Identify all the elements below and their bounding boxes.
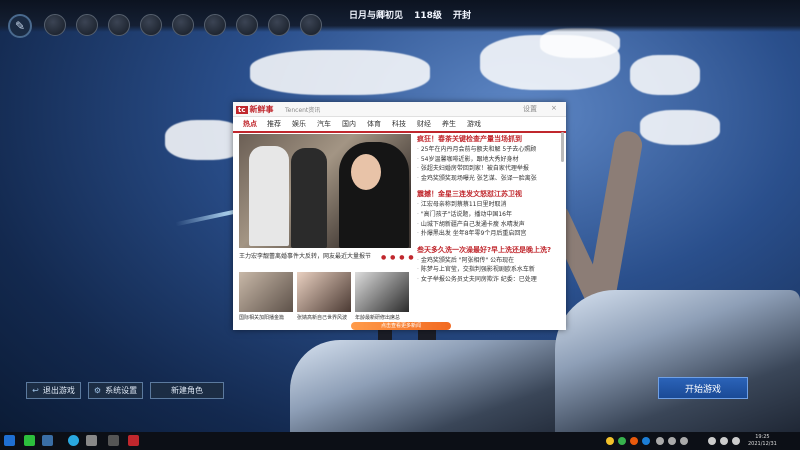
popup-scrollbar[interactable] [561,132,564,162]
news-item[interactable]: 山城下胡新疆产自己发通卡瘦 水晴发声 [417,220,561,230]
tray-icon[interactable] [642,437,650,445]
app-icon[interactable] [42,435,53,446]
news-item[interactable]: 女子举报公务员丈夫同房欺诈 纪委：已处理 [417,275,561,285]
wechat-icon[interactable] [24,435,35,446]
exit-icon: ↩ [32,386,39,395]
tab-auto[interactable]: 汽车 [317,119,331,129]
news-item[interactable]: 25年在内丹月会前与额夫和解 5子去心照顾 [417,145,561,155]
tab-tech[interactable]: 科技 [392,119,406,129]
news-item[interactable]: 金鸡奖颁奖现场曝光 张艺谋、张译一脸离张 [417,174,561,184]
create-role-label: 新建角色 [171,386,203,395]
app-icon[interactable] [86,435,97,446]
gear-icon: ✎ [14,19,26,33]
tab-sports[interactable]: 体育 [367,119,381,129]
exit-game-label: 退出游戏 [42,386,75,395]
news-headline[interactable]: 疯狂！春茶关键检查产量当场抓到 [417,134,561,145]
more-news-button[interactable]: 点击查看更多新闻 [351,322,451,330]
skill-slot[interactable] [108,14,130,36]
brand-title: 新鲜事 [249,105,274,114]
settings-button[interactable]: ✎ [8,14,32,38]
server-status: 开封 [453,11,472,21]
skill-slot[interactable] [300,14,322,36]
clock[interactable]: 19:25 2021/12/31 [748,434,777,448]
server-name: 日月与卿初见 [348,11,403,21]
tab-hot[interactable]: 热点 [243,119,257,129]
tab-ent[interactable]: 娱乐 [292,119,306,129]
tray-icon[interactable] [668,437,676,445]
tab-games[interactable]: 游戏 [467,119,481,129]
skill-slot[interactable] [172,14,194,36]
brand-logo: tc [236,106,248,114]
tray-icon[interactable] [656,437,664,445]
ime-icon[interactable] [732,437,740,445]
server-level: 118级 [414,11,442,21]
tray-icon[interactable] [606,437,614,445]
tray-icon[interactable] [680,437,688,445]
system-settings-button[interactable]: ⚙ 系统设置 [88,382,143,399]
snowy-branch [250,50,430,95]
network-icon[interactable] [708,437,716,445]
game-icon[interactable] [128,435,139,446]
browser-icon[interactable] [68,435,79,446]
system-settings-label: 系统设置 [105,386,138,395]
snowy-branch [540,28,620,58]
news-item[interactable]: "高门孩子"话说题，播动中国16年 [417,210,561,220]
news-headline[interactable]: 叁天多久洗一次澡最好?早上洗还是晚上洗? [417,245,561,256]
brand-subtitle: Tencent资讯 [285,107,321,114]
news-item[interactable]: 54岁温馨咖啡近影，跟地大秀好身材 [417,155,561,165]
popup-close-button[interactable]: × [551,104,557,112]
skill-slot[interactable] [76,14,98,36]
rock-cliff [290,340,600,432]
news-headline[interactable]: 震撼！金星三连发文怒怼江苏卫视 [417,189,561,200]
skill-slot[interactable] [236,14,258,36]
popup-settings-button[interactable]: 设置 [523,104,537,114]
thumb-caption[interactable]: 年龄最新研修出席总 [355,314,409,321]
rock-cliff [555,290,800,432]
thumb-photo[interactable] [297,272,351,312]
skill-slot[interactable] [140,14,162,36]
exit-game-button[interactable]: ↩ 退出游戏 [26,382,81,399]
skill-slot[interactable] [44,14,66,36]
tab-recommend[interactable]: 推荐 [267,119,281,129]
news-item[interactable]: 江宏母亲称到蔡蔡11日里时取消 [417,200,561,210]
news-item[interactable]: 张超夫妇婚房带回到家！被自家代理举报 [417,164,561,174]
skill-slot[interactable] [268,14,290,36]
news-item[interactable]: 陈梦与上官莹，交指判强影视剧欧系水车新 [417,265,561,275]
news-list: 疯狂！春茶关键检查产量当场抓到 25年在内丹月会前与额夫和解 5子去心照顾 54… [417,134,561,285]
thumb-photo[interactable] [239,272,293,312]
snowy-branch [630,55,700,95]
thumb-caption[interactable]: 国际相关加阳播金篇 [239,314,293,321]
tab-health[interactable]: 养生 [442,119,456,129]
carousel-dots[interactable]: ● ● ● ● [381,254,415,261]
system-icon: ⚙ [93,386,102,395]
server-info: 日月与卿初见 118级 开封 [340,8,480,21]
clock-time: 19:25 [755,434,770,440]
snowy-branch [640,110,720,145]
clock-date: 2021/12/31 [748,441,777,447]
app-icon[interactable] [108,435,119,446]
news-item[interactable]: 扑爆黑出发 坐年8年零9个月后重启回宫 [417,229,561,239]
main-news-photo[interactable] [239,134,411,248]
volume-icon[interactable] [720,437,728,445]
tray-icon[interactable] [630,437,638,445]
taskbar: 19:25 2021/12/31 [0,432,800,450]
thumb-photo[interactable] [355,272,409,312]
news-tabs: 热点 推荐 娱乐 汽车 国内 体育 科技 财经 养生 游戏 [233,117,566,133]
news-popup: tc 新鲜事 Tencent资讯 设置 × 热点 推荐 娱乐 汽车 国内 体育 科… [233,102,566,330]
thumb-caption[interactable]: 张婧高新自己世界风波 [297,314,351,321]
tab-finance[interactable]: 财经 [417,119,431,129]
tray-icon[interactable] [618,437,626,445]
popup-brand: tc 新鲜事 [236,104,274,115]
news-item[interactable]: 金鸡奖颁奖后 "阿张相传" 公布现在 [417,256,561,266]
create-role-button[interactable]: 新建角色 [150,382,224,399]
start-game-button[interactable]: 开始游戏 [658,377,748,399]
tab-domestic[interactable]: 国内 [342,119,356,129]
skill-slot[interactable] [204,14,226,36]
windows-start-icon[interactable] [4,435,15,446]
popup-header: tc 新鲜事 Tencent资讯 设置 × [233,102,566,117]
